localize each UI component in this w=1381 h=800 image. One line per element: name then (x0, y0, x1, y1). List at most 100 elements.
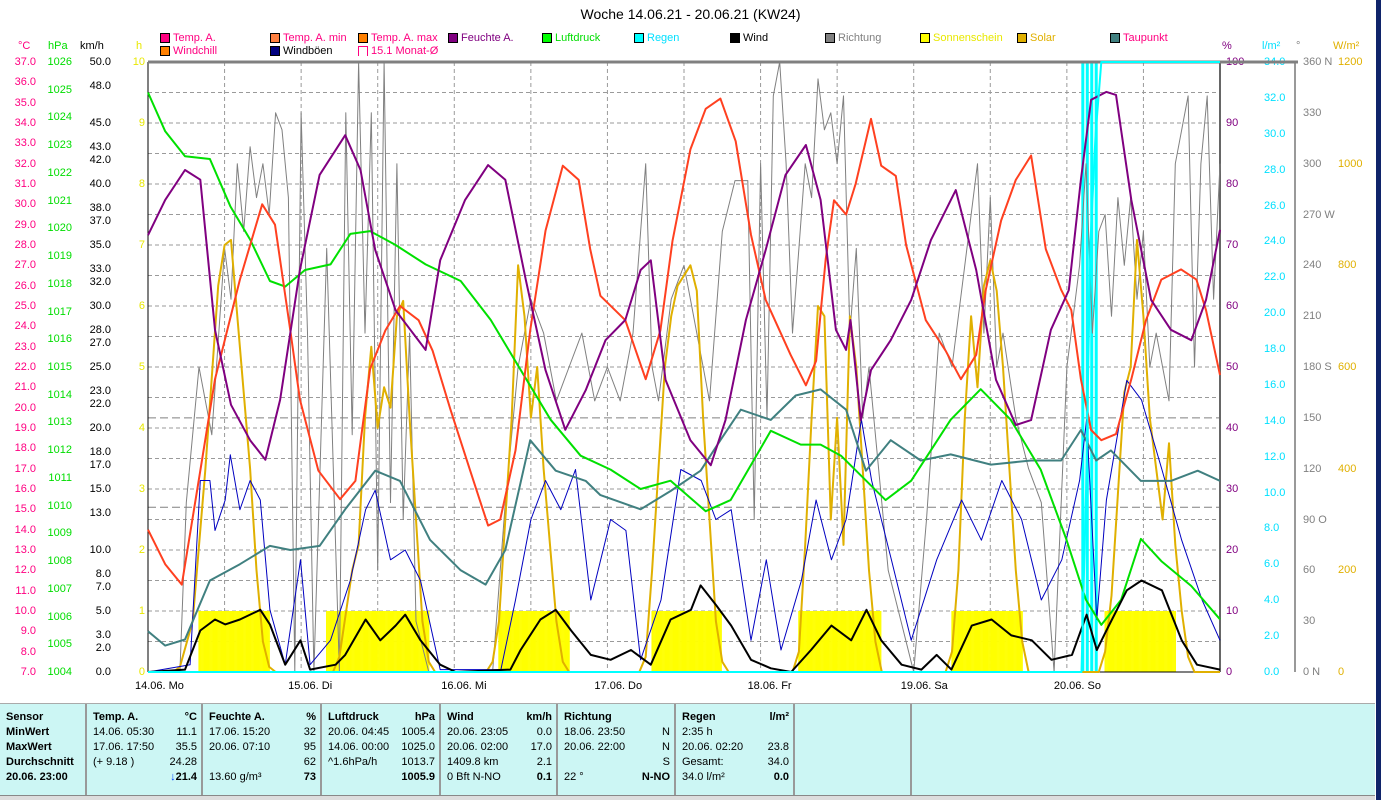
table-row: 1005.9 (328, 770, 435, 785)
table-column: Sensor MinWert MaxWert Durchschnitt 20.06. 2… (0, 704, 87, 796)
table-row: Gesamt: 34.0 (682, 755, 789, 770)
cell-value: 35.5 (175, 741, 197, 753)
table-row: 18.06. 23:50 N (564, 725, 670, 740)
column-unit: % (306, 711, 316, 723)
cell-value: 0.0 (536, 726, 552, 738)
cell-label: 20.06. 02:00 (447, 741, 509, 753)
cell-value: 1005.4 (401, 726, 435, 738)
cell-label: MinWert (6, 726, 50, 738)
cell-label: ^1.6hPa/h (328, 756, 378, 768)
cell-value: N (662, 726, 670, 738)
cell-label: (+ 9.18 ) (93, 756, 135, 768)
table-column: Feuchte A.% 17.06. 15:20 32 20.06. 07:10 95 6… (203, 704, 322, 796)
table-row: S (564, 755, 670, 770)
column-header: Feuchte A. (209, 711, 265, 723)
table-row: 17.06. 15:20 32 (209, 725, 316, 740)
cell-value: N (662, 741, 670, 753)
table-row (801, 755, 906, 770)
cell-value: 1013.7 (401, 756, 435, 768)
cell-label: 20.06. 23:05 (447, 726, 509, 738)
cell-label: Durchschnitt (6, 756, 74, 768)
cell-value: 62 (303, 756, 316, 768)
table-row: 20.06. 22:00 N (564, 740, 670, 755)
column-header: Sensor (6, 711, 44, 723)
cell-value: S (662, 756, 670, 768)
table-row: 20.06. 02:00 17.0 (447, 740, 552, 755)
cell-label: 2:35 h (682, 726, 713, 738)
table-column: Regen l/m² 2:35 h 20.06. 02:20 23.8 Gesamt: 34… (676, 704, 795, 796)
cell-value: 73 (303, 771, 316, 783)
x-tick-label: 17.06. Do (594, 680, 643, 692)
cell-value: 2.1 (536, 756, 552, 768)
table-row: 34.0 l/m² 0.0 (682, 770, 789, 785)
cell-value: 17.0 (530, 741, 552, 753)
cell-label: 20.06. 07:10 (209, 741, 271, 753)
cell-value: 34.0 (767, 756, 789, 768)
table-row: 20.06. 04:45 1005.4 (328, 725, 435, 740)
table-row: 20.06. 07:10 95 (209, 740, 316, 755)
x-tick-label: 18.06. Fr (747, 680, 792, 692)
table-row: 0 Bft N-NO 0.1 (447, 770, 552, 785)
x-tick-label: 19.06. Sa (900, 680, 948, 692)
cell-label: 13.60 g/m³ (209, 771, 262, 783)
cell-value: 23.8 (767, 741, 789, 753)
column-header: Regen (682, 711, 716, 723)
table-row: MinWert (6, 725, 81, 740)
column-header: Wind (447, 711, 474, 723)
cell-value: 1005.9 (401, 771, 435, 783)
column-unit: km/h (526, 711, 552, 723)
x-tick-label: 14.06. Mo (135, 680, 184, 692)
table-row: 22 ° N-NO (564, 770, 670, 785)
table-row: 13.60 g/m³ 73 (209, 770, 316, 785)
cell-label: 22 ° (564, 771, 584, 783)
cell-label: 14.06. 00:00 (328, 741, 390, 753)
cell-value: 21.4 (175, 771, 197, 783)
status-bar (0, 795, 1375, 800)
column-header: Temp. A. (93, 711, 139, 723)
column-unit: °C (184, 711, 197, 723)
cell-value: 1025.0 (401, 741, 435, 753)
statistics-table: Sensor MinWert MaxWert Durchschnitt 20.06. 2… (0, 703, 1375, 796)
rain-bar (1090, 62, 1094, 672)
table-row: 1409.8 km 2.1 (447, 755, 552, 770)
window-edge (1376, 0, 1381, 800)
column-header: Luftdruck (328, 711, 379, 723)
cell-value: 0.1 (536, 771, 552, 783)
cell-label: 18.06. 23:50 (564, 726, 626, 738)
table-row: 20.06. 23:05 0.0 (447, 725, 552, 740)
column-unit: l/m² (769, 711, 789, 723)
cell-value: 24.28 (169, 756, 197, 768)
cell-label: 20.06. 02:20 (682, 741, 744, 753)
table-row (801, 740, 906, 755)
table-row: ↓21.4 (93, 770, 197, 785)
table-column: Temp. A. °C 14.06. 05:30 11.1 17.06. 17:50 35… (87, 704, 203, 796)
cell-label: 17.06. 17:50 (93, 741, 155, 753)
table-row (801, 725, 906, 740)
x-tick-label: 20.06. So (1053, 680, 1101, 692)
cell-value: N-NO (641, 771, 670, 783)
table-row: 62 (209, 755, 316, 770)
table-column: Wind km/h 20.06. 23:05 0.0 20.06. 02:00 17.0 1… (441, 704, 558, 796)
x-tick-label: 16.06. Mi (441, 680, 487, 692)
table-row: MaxWert (6, 740, 81, 755)
table-row: 14.06. 05:30 11.1 (93, 725, 197, 740)
cell-label: MaxWert (6, 741, 52, 753)
table-column (795, 704, 912, 796)
table-row: ^1.6hPa/h 1013.7 (328, 755, 435, 770)
cell-label: 20.06. 22:00 (564, 741, 626, 753)
cell-value: 32 (303, 726, 316, 738)
cell-label: 20.06. 04:45 (328, 726, 390, 738)
column-unit: hPa (414, 711, 435, 723)
table-row: 17.06. 17:50 35.5 (93, 740, 197, 755)
table-column: Richtung 18.06. 23:50 N 20.06. 22:00 N S 22 ° N… (558, 704, 676, 796)
cell-label: 1409.8 km (447, 756, 499, 768)
cell-label: 14.06. 05:30 (93, 726, 155, 738)
table-row: 14.06. 00:00 1025.0 (328, 740, 435, 755)
table-row (801, 770, 906, 785)
cell-value: 95 (303, 741, 316, 753)
cell-value: 11.1 (176, 726, 197, 738)
cell-label: 20.06. 23:00 (6, 771, 68, 783)
table-row: 20.06. 23:00 (6, 770, 81, 785)
weather-chart (147, 60, 1298, 673)
cell-label: 34.0 l/m² (682, 771, 725, 783)
